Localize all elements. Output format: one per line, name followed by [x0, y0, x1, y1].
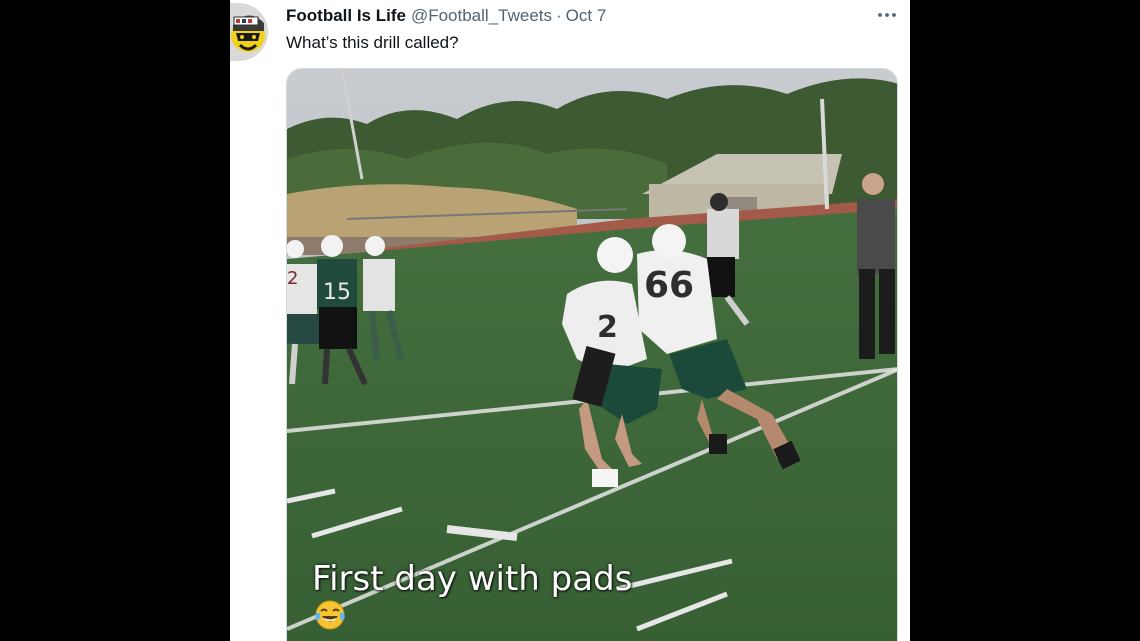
video-caption-text: First day with pads [312, 559, 633, 599]
tweet-text: What’s this drill called? [286, 33, 459, 52]
video-frame: 15 2 66 2 [287, 69, 897, 641]
avatar-logo-icon [230, 3, 268, 61]
tweet-video[interactable]: 15 2 66 2 First day with pads [286, 68, 898, 641]
jersey-number-15: 15 [323, 280, 351, 305]
tweet-date[interactable]: Oct 7 [566, 6, 607, 26]
author-handle[interactable]: @Football_Tweets [411, 6, 552, 26]
author-name[interactable]: Football Is Life [286, 6, 406, 26]
laughing-crying-emoji-icon [315, 600, 345, 630]
tweet-header: Football Is Life @Football_Tweets · Oct … [286, 5, 606, 27]
video-caption: First day with pads [312, 559, 632, 631]
avatar[interactable] [230, 3, 268, 61]
more-options-button[interactable] [876, 6, 898, 24]
more-horizontal-icon [878, 13, 896, 17]
jersey-number-2: 2 [597, 310, 618, 345]
jersey-number-left: 2 [287, 268, 298, 289]
jersey-number-66: 66 [644, 265, 694, 306]
tweet-card: Football Is Life @Football_Tweets · Oct … [230, 0, 910, 641]
separator-dot: · [556, 6, 562, 25]
